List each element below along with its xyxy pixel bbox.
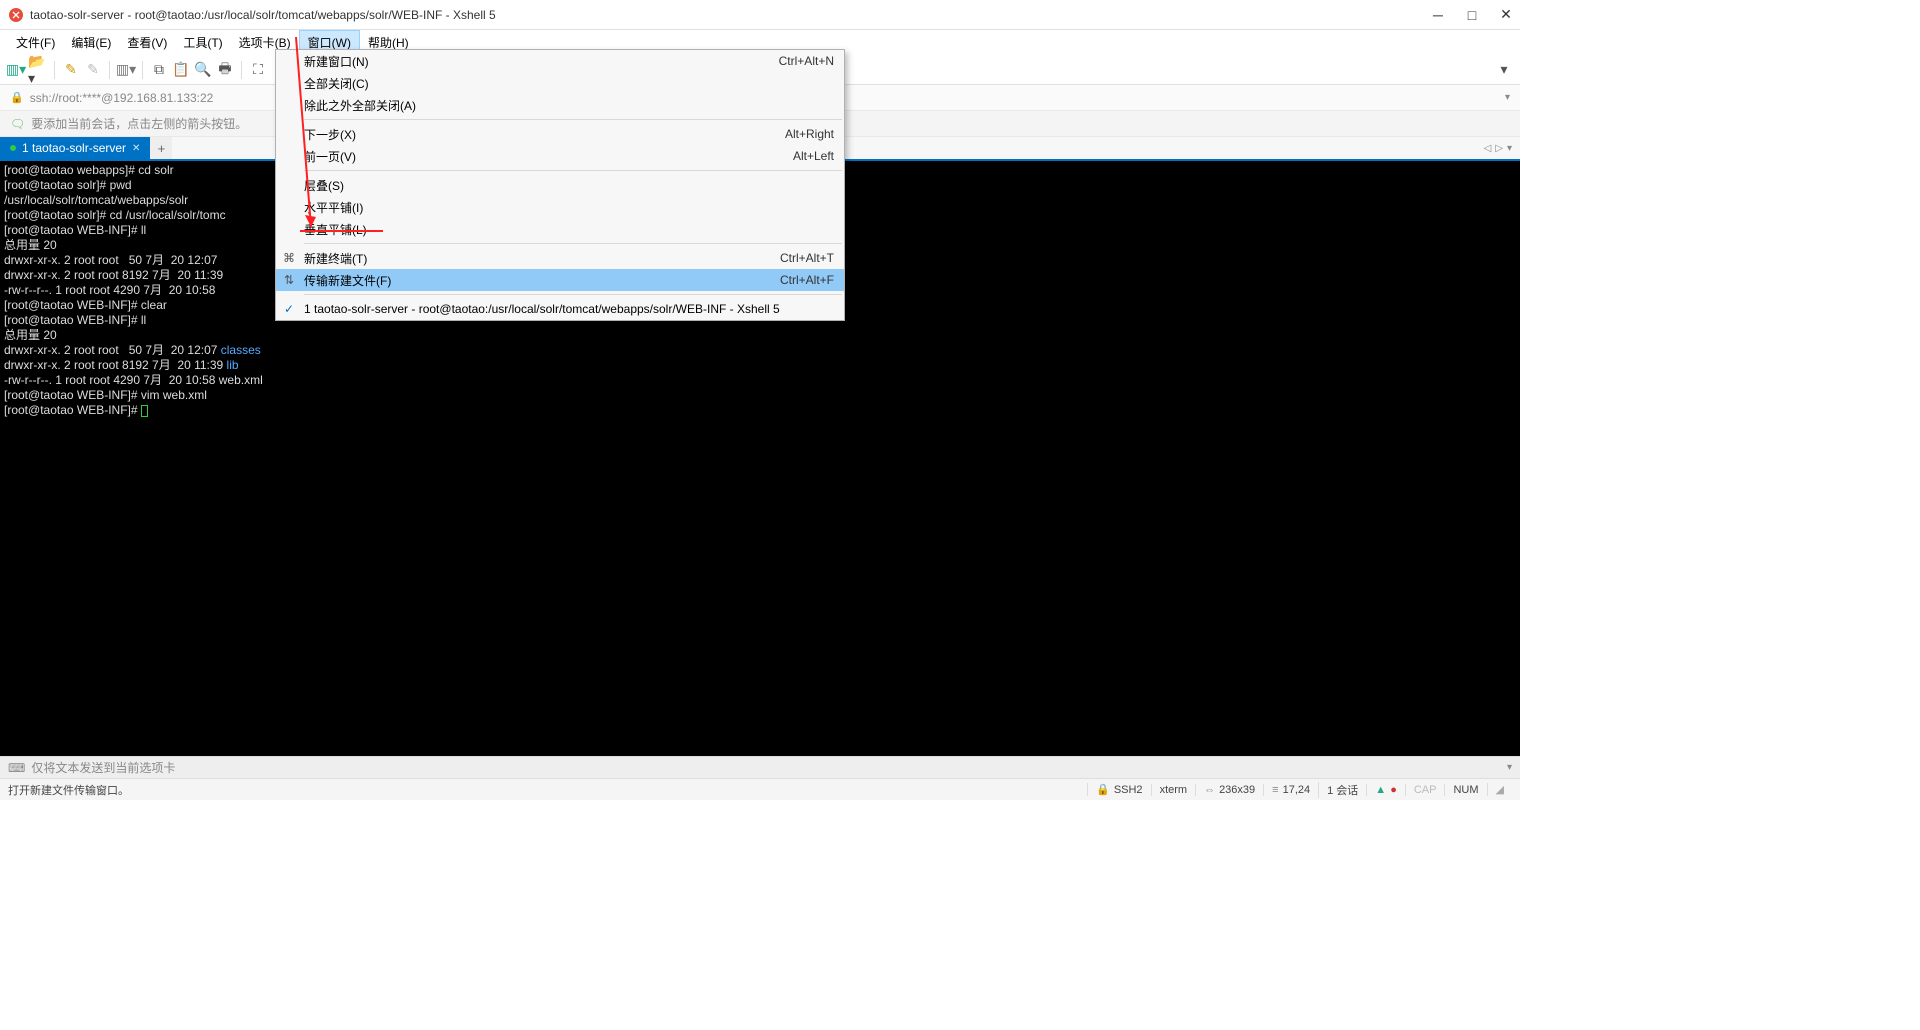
menu-item[interactable]: ⌘新建终端(T)Ctrl+Alt+T [276, 247, 844, 269]
terminal-line: drwxr-xr-x. 2 root root 8192 7月 20 11:39… [4, 358, 1516, 373]
separator [142, 61, 143, 79]
status-bar: 打开新建文件传输窗口。 🔒SSH2 xterm ⇔ 236x39 ≡ 17,24… [0, 778, 1520, 800]
send-placeholder: 仅将文本发送到当前选项卡 [31, 759, 175, 776]
menu-separator [304, 170, 842, 171]
new-session-icon[interactable]: ▥▾ [6, 60, 26, 80]
tab-prev-icon[interactable]: ◁ [1484, 143, 1492, 154]
window-controls: ─ □ ✕ [1432, 9, 1512, 21]
status-resize-icon[interactable]: ◢ [1487, 783, 1512, 796]
menu-item-label: 水平平铺(I) [302, 199, 822, 216]
menu-item[interactable]: 文件(F) [8, 30, 63, 55]
status-pos: ≡ 17,24 [1263, 784, 1318, 796]
status-size: ⇔ 236x39 [1195, 784, 1263, 796]
terminal-line: [root@taotao WEB-INF]# vim web.xml [4, 388, 1516, 403]
status-caps: CAP [1405, 784, 1445, 796]
tab-list-icon[interactable]: ▾ [1507, 143, 1512, 154]
toolbar-overflow-icon[interactable]: ▾ [1494, 60, 1514, 80]
fullscreen-icon[interactable]: ⛶ [248, 60, 268, 80]
menu-item-label: 前一页(V) [302, 148, 781, 165]
menu-item[interactable]: 垂直平铺(L) [276, 218, 844, 240]
menu-item[interactable]: 1 taotao-solr-server - root@taotao:/usr/… [276, 298, 844, 320]
menu-item-shortcut: Ctrl+Alt+F [768, 273, 834, 287]
add-tab-button[interactable]: + [150, 137, 172, 159]
lock-icon: 🔒 [1096, 783, 1110, 796]
hint-text: 要添加当前会话，点击左侧的箭头按钮。 [31, 115, 247, 132]
terminal-line: 总用量 20 [4, 328, 1516, 343]
menu-item[interactable]: 查看(V) [119, 30, 175, 55]
minimize-button[interactable]: ─ [1432, 9, 1444, 21]
menu-item[interactable]: 全部关闭(C) [276, 72, 844, 94]
window-menu-dropdown: 新建窗口(N)Ctrl+Alt+N 全部关闭(C) 除此之外全部关闭(A) 下一步(X… [275, 49, 845, 321]
close-button[interactable]: ✕ [1500, 9, 1512, 21]
menu-item-icon [276, 302, 302, 316]
session-tab[interactable]: 1 taotao-solr-server ✕ [0, 137, 150, 159]
menu-item-label: 新建窗口(N) [302, 53, 767, 70]
app-icon [8, 7, 24, 23]
properties-icon[interactable]: ▥▾ [116, 60, 136, 80]
address-text: ssh://root:****@192.168.81.133:22 [30, 91, 214, 105]
menu-item[interactable]: 编辑(E) [63, 30, 119, 55]
menu-item-shortcut: Ctrl+Alt+T [768, 251, 834, 265]
terminal-line: -rw-r--r--. 1 root root 4290 7月 20 10:58… [4, 373, 1516, 388]
separator [241, 61, 242, 79]
tab-close-icon[interactable]: ✕ [132, 143, 140, 154]
menu-item[interactable]: ⇅传输新建文件(F)Ctrl+Alt+F [276, 269, 844, 291]
menu-item-label: 除此之外全部关闭(A) [302, 97, 822, 114]
open-icon[interactable]: 📂▾ [28, 60, 48, 80]
menu-item-label: 层叠(S) [302, 177, 822, 194]
menu-item[interactable]: 前一页(V)Alt+Left [276, 145, 844, 167]
status-ssh: 🔒SSH2 [1087, 783, 1150, 796]
copy-icon[interactable]: ⧉ [149, 60, 169, 80]
menu-item[interactable]: 水平平铺(I) [276, 196, 844, 218]
tab-nav: ◁ ▷ ▾ [1476, 137, 1520, 159]
menu-item[interactable]: 下一步(X)Alt+Right [276, 123, 844, 145]
menu-item-label: 垂直平铺(L) [302, 221, 822, 238]
terminal-line: [root@taotao WEB-INF]# [4, 403, 1516, 418]
status-term: xterm [1151, 784, 1196, 796]
menu-item-icon: ⌘ [276, 251, 302, 265]
status-rec: ▲ ● [1366, 784, 1405, 796]
send-overflow-icon[interactable]: ▾ [1507, 762, 1512, 773]
tab-next-icon[interactable]: ▷ [1495, 143, 1503, 154]
status-dot-icon [10, 145, 16, 151]
menu-item-label: 新建终端(T) [302, 250, 768, 267]
menu-item-shortcut: Alt+Right [773, 127, 834, 141]
separator [54, 61, 55, 79]
menu-separator [304, 119, 842, 120]
status-num: NUM [1444, 784, 1486, 796]
menu-separator [304, 294, 842, 295]
send-bar[interactable]: ⌨ 仅将文本发送到当前选项卡 ▾ [0, 756, 1520, 778]
menu-item[interactable]: 除此之外全部关闭(A) [276, 94, 844, 116]
address-overflow-icon[interactable]: ▾ [1505, 92, 1510, 103]
paste-icon[interactable]: 📋 [171, 60, 191, 80]
cursor [141, 405, 148, 417]
menu-item[interactable]: 层叠(S) [276, 174, 844, 196]
menu-item[interactable]: 新建窗口(N)Ctrl+Alt+N [276, 50, 844, 72]
menu-item-icon: ⇅ [276, 273, 302, 287]
bookmark-icon[interactable]: 🗨 [10, 117, 25, 131]
titlebar: taotao-solr-server - root@taotao:/usr/lo… [0, 0, 1520, 30]
terminal-line: drwxr-xr-x. 2 root root 50 7月 20 12:07 c… [4, 343, 1516, 358]
keyboard-icon: ⌨ [8, 761, 25, 775]
menu-item-shortcut: Ctrl+Alt+N [767, 54, 834, 68]
status-sessions: 1 会话 [1318, 782, 1366, 798]
menu-item-label: 下一步(X) [302, 126, 773, 143]
menu-item-shortcut: Alt+Left [781, 149, 834, 163]
menu-item[interactable]: 工具(T) [175, 30, 230, 55]
tab-label: 1 taotao-solr-server [22, 141, 126, 155]
find-icon[interactable]: 🔍 [193, 60, 213, 80]
menu-item-label: 传输新建文件(F) [302, 272, 768, 289]
status-message: 打开新建文件传输窗口。 [8, 782, 1087, 798]
lock-icon: 🔒 [10, 91, 24, 104]
window-title: taotao-solr-server - root@taotao:/usr/lo… [30, 8, 1432, 22]
reconnect-icon[interactable]: ✎ [61, 60, 81, 80]
menu-item-label: 全部关闭(C) [302, 75, 822, 92]
separator [109, 61, 110, 79]
disconnect-icon[interactable]: ✎ [83, 60, 103, 80]
print-icon[interactable]: 🖶 [215, 60, 235, 80]
menu-separator [304, 243, 842, 244]
maximize-button[interactable]: □ [1466, 9, 1478, 21]
menu-item-label: 1 taotao-solr-server - root@taotao:/usr/… [302, 302, 822, 316]
